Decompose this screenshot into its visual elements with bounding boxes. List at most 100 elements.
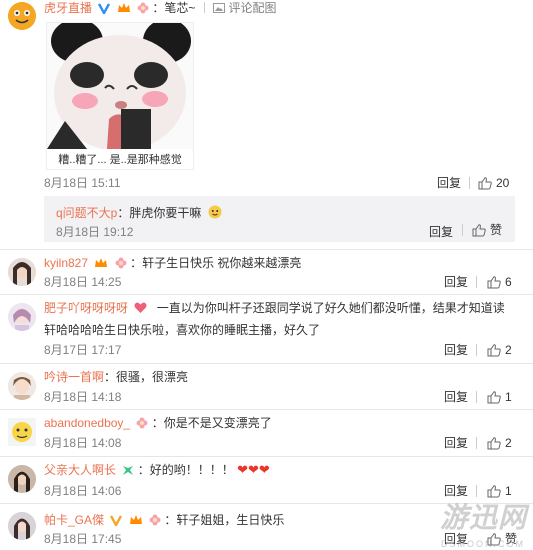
comment-line: kyiln827 ：轩子生日快乐 祝你越来越漂亮: [44, 255, 301, 273]
comment-date: 8月18日 19:12: [56, 225, 134, 239]
avatar[interactable]: [8, 465, 36, 493]
comment-date: 8月18日 14:25: [44, 275, 122, 289]
heart-icon: [134, 302, 147, 318]
image-caption: 糟..糟了... 是..是那种感觉: [58, 154, 182, 166]
comment-separator: ：: [104, 370, 117, 384]
comment-text: 好的哟！！！！: [149, 463, 234, 477]
divider: [469, 177, 470, 189]
comment-item: 肥子吖呀呀呀呀 一直以为你叫杆子还跟同学说了好久她们都没听懂，结果才知道读 轩哈…: [0, 295, 533, 361]
flower-icon: [137, 2, 149, 18]
comment-separator: ：: [151, 416, 164, 430]
like-button[interactable]: 赞: [472, 223, 502, 237]
comment-image[interactable]: 糟..糟了... 是..是那种感觉: [46, 19, 194, 170]
panda-meme-picture: [47, 19, 193, 151]
comment-line: 吟诗一首啊：很骚，很漂亮: [44, 369, 188, 385]
flower-icon: [149, 514, 161, 530]
divider: [476, 437, 477, 449]
reply-button[interactable]: 回复: [444, 343, 468, 357]
vip-crown-icon: [129, 514, 143, 530]
comment-item: 父亲大人啊长 ：好的哟！！！！ ❤❤❤ 8月18日 14:06 回复 1: [0, 457, 533, 501]
heart-icon: ❤❤❤: [237, 462, 270, 477]
reply-button[interactable]: 回复: [444, 275, 468, 289]
verified-icon: [110, 514, 123, 530]
comment-date: 8月18日 14:18: [44, 390, 122, 404]
comment-date: 8月18日 14:06: [44, 484, 122, 498]
comment-item: abandonedboy_ ：你是不是又变漂亮了 8月18日 14:08 回复 …: [0, 410, 533, 454]
divider: [476, 344, 477, 356]
image-icon: [213, 2, 226, 18]
reply-button[interactable]: 回复: [429, 223, 453, 240]
comment-separator: ：: [137, 463, 150, 477]
thumbs-up-icon: [487, 344, 501, 357]
comment-line: 肥子吖呀呀呀呀 一直以为你叫杆子还跟同学说了好久她们都没听懂，结果才知道读: [44, 300, 505, 318]
comment-text: 轩子生日快乐 祝你越来越漂亮: [142, 256, 302, 270]
comment-text: 轩子姐姐，生日快乐: [176, 513, 285, 527]
comment-item: 虎牙直播 ：笔芯~ 评论配图 糟..糟了... 是..是那种感觉 8月18日 1…: [0, 0, 533, 196]
comment-date: 8月18日 15:11: [44, 176, 121, 190]
thumbs-up-icon: [487, 437, 501, 450]
watermark-url: DSMOON.COM: [441, 539, 525, 549]
sub-reply-box: q问题不大p：胖虎你要干嘛 8月18日 19:12 回复 赞: [44, 196, 515, 242]
thumbs-up-icon: [487, 276, 501, 289]
like-button[interactable]: 20: [478, 176, 509, 190]
username[interactable]: abandonedboy_: [44, 416, 130, 430]
divider: [203, 2, 205, 13]
comment-image-link[interactable]: 评论配图: [228, 1, 276, 15]
thumbs-up-icon: [472, 224, 486, 237]
comment-text: ：胖虎你要干嘛: [117, 206, 202, 220]
avatar[interactable]: [8, 2, 36, 30]
comment-item: kyiln827 ：轩子生日快乐 祝你越来越漂亮 8月18日 14:25 回复 …: [0, 250, 533, 294]
divider: [476, 391, 477, 403]
flower-icon: [115, 257, 127, 273]
vip-crown-icon: [117, 2, 131, 18]
username[interactable]: 肥子吖呀呀呀呀: [44, 301, 128, 315]
divider: [476, 276, 477, 288]
thumbs-up-icon: [478, 177, 492, 190]
comment-separator: ：: [152, 1, 165, 15]
reply-button[interactable]: 回复: [444, 390, 468, 404]
comment-line: 帕卡_GA傑 ：轩子姐姐，生日快乐: [44, 512, 284, 530]
username[interactable]: 父亲大人啊长: [44, 463, 116, 477]
comment-item: 吟诗一首啊：很骚，很漂亮 8月18日 14:18 回复 1: [0, 364, 533, 408]
like-button[interactable]: 1: [487, 390, 512, 404]
comment-line: abandonedboy_ ：你是不是又变漂亮了: [44, 415, 272, 433]
huya-logo-icon: [8, 2, 36, 30]
comment-line: 虎牙直播 ：笔芯~ 评论配图: [44, 0, 276, 18]
emoji-icon: [208, 205, 222, 222]
comment-text: 笔芯~: [164, 1, 196, 15]
verified-icon: [98, 2, 111, 18]
comment-date: 8月18日 17:45: [44, 532, 122, 546]
comment-text: 一直以为你叫杆子还跟同学说了好久她们都没听懂，结果才知道读: [156, 301, 505, 315]
avatar[interactable]: [8, 418, 36, 446]
username[interactable]: 吟诗一首啊: [44, 370, 104, 384]
comment-date: 8月17日 17:17: [44, 343, 122, 357]
username[interactable]: 帕卡_GA傑: [44, 513, 104, 527]
flower-icon: [136, 417, 148, 433]
reply-button[interactable]: 回复: [437, 176, 461, 190]
avatar[interactable]: [8, 512, 36, 540]
comment-text: 你是不是又变漂亮了: [163, 416, 272, 430]
avatar[interactable]: [8, 303, 36, 331]
vip-crown-icon: [94, 257, 108, 273]
comment-date: 8月18日 14:08: [44, 436, 122, 450]
sub-reply-line: q问题不大p：胖虎你要干嘛: [56, 204, 222, 222]
comment-text: 轩哈哈哈哈生日快乐啦，喜欢你的睡眠主播，好久了: [44, 323, 321, 337]
avatar[interactable]: [8, 258, 36, 286]
like-button[interactable]: 2: [487, 343, 512, 357]
username[interactable]: q问题不大p: [56, 206, 117, 220]
green-badge-icon: [122, 464, 134, 480]
comment-line-continued: 轩哈哈哈哈生日快乐啦，喜欢你的睡眠主播，好久了: [44, 322, 320, 338]
comment-separator: ：: [130, 256, 143, 270]
thumbs-up-icon: [487, 391, 501, 404]
like-button[interactable]: 2: [487, 436, 512, 450]
watermark: 游迅网: [439, 502, 527, 533]
comment-separator: ：: [164, 513, 177, 527]
comment-line: 父亲大人啊长 ：好的哟！！！！ ❤❤❤: [44, 462, 270, 480]
reply-button[interactable]: 回复: [444, 436, 468, 450]
username[interactable]: 虎牙直播: [44, 1, 92, 15]
like-button[interactable]: 6: [487, 275, 512, 289]
divider: [462, 224, 463, 236]
comment-text: 很骚，很漂亮: [116, 370, 189, 384]
avatar[interactable]: [8, 372, 36, 400]
username[interactable]: kyiln827: [44, 256, 88, 270]
